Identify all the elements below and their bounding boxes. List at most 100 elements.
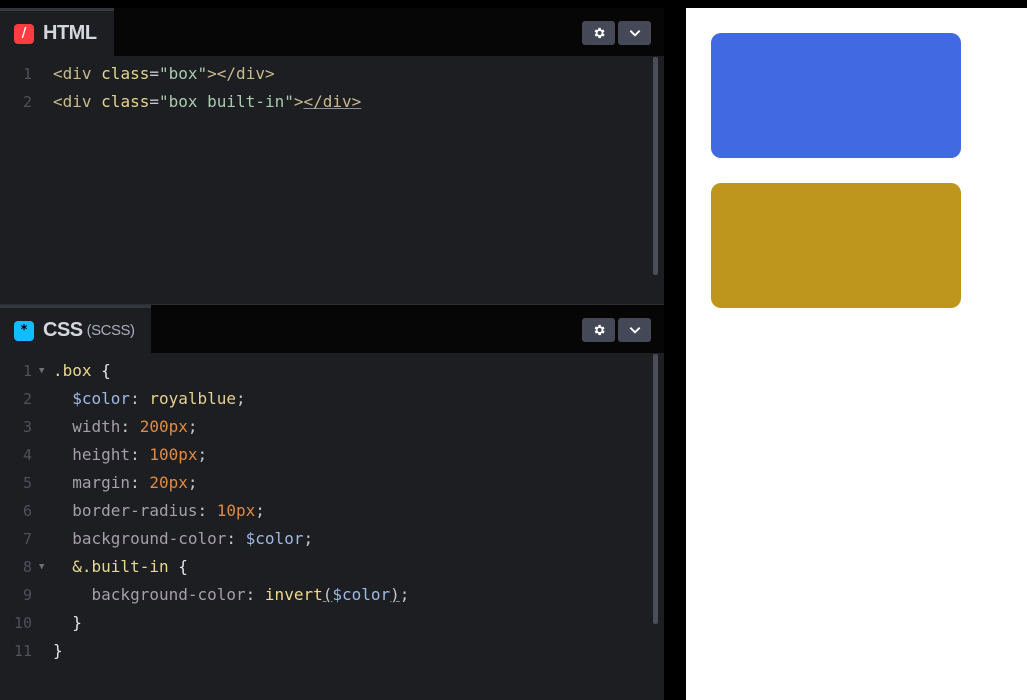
- code-text: width: 200px;: [53, 413, 198, 441]
- code-line[interactable]: 5 margin: 20px;: [0, 469, 664, 497]
- line-number: 2: [22, 390, 32, 408]
- css-logo-icon: *: [14, 320, 34, 341]
- css-scrollbar[interactable]: [653, 354, 658, 624]
- code-line[interactable]: 9 background-color: invert($color);: [0, 581, 664, 609]
- code-token: .box: [53, 361, 102, 380]
- code-token: $color: [245, 529, 304, 548]
- top-bar: [0, 0, 1027, 8]
- code-token: <div: [53, 92, 102, 111]
- code-token: "box built-in": [158, 92, 294, 111]
- line-number: 1: [22, 362, 32, 380]
- preview-box-built-in: [711, 183, 961, 308]
- code-line[interactable]: 1 <div class="box"></div>: [0, 60, 664, 88]
- line-number: 6: [22, 502, 32, 520]
- html-tab[interactable]: / HTML: [0, 8, 114, 56]
- code-token: border-radius: [53, 501, 198, 520]
- code-line[interactable]: 1 ▼ .box {: [0, 357, 664, 385]
- code-token: :: [130, 473, 150, 492]
- resize-divider[interactable]: [664, 8, 686, 700]
- code-line[interactable]: 8 ▼ &.built-in {: [0, 553, 664, 581]
- code-line[interactable]: 2 $color: royalblue;: [0, 385, 664, 413]
- html-settings-button[interactable]: [582, 21, 615, 45]
- line-number: 4: [22, 446, 32, 464]
- code-token: height: [53, 445, 131, 464]
- fold-arrow-icon[interactable]: ▼: [39, 357, 44, 385]
- css-tab-subtitle: (SCSS): [86, 322, 135, 339]
- code-token: :: [130, 389, 150, 408]
- code-token: ></div>: [207, 64, 275, 83]
- code-token: {: [178, 557, 188, 576]
- code-token: }: [53, 641, 63, 660]
- line-number: 9: [22, 586, 32, 604]
- code-text: .box {: [53, 357, 111, 385]
- code-text: background-color: invert($color);: [53, 581, 410, 609]
- code-line[interactable]: 7 background-color: $color;: [0, 525, 664, 553]
- css-tab[interactable]: * CSS (SCSS): [0, 305, 152, 353]
- code-text: margin: 20px;: [53, 469, 198, 497]
- code-token: :: [197, 501, 217, 520]
- html-tab-title: HTML: [43, 22, 97, 44]
- code-text: }: [53, 609, 82, 637]
- css-tab-title: CSS: [43, 319, 83, 341]
- line-number: 10: [13, 614, 32, 632]
- line-number: 1: [22, 65, 32, 83]
- code-text: }: [53, 637, 63, 665]
- chevron-down-icon: [629, 30, 640, 37]
- css-editor-panel: * CSS (SCSS) 1 ▼ .box {2 $color: royalblue…: [0, 304, 664, 700]
- code-token: ;: [303, 529, 314, 548]
- code-token: class: [101, 92, 150, 111]
- code-token: royalblue: [149, 389, 237, 408]
- code-token: ;: [236, 389, 246, 408]
- code-token: :: [226, 529, 246, 548]
- code-token: =: [149, 92, 159, 111]
- html-collapse-button[interactable]: [618, 21, 651, 45]
- code-token: $color: [53, 389, 131, 408]
- code-token: "box": [158, 64, 208, 83]
- code-token: :: [130, 445, 150, 464]
- css-collapse-button[interactable]: [618, 318, 651, 342]
- line-number: 8: [22, 558, 32, 576]
- code-token: 100px: [149, 445, 198, 464]
- html-scrollbar[interactable]: [653, 57, 658, 275]
- code-token: <div: [53, 64, 102, 83]
- code-token: ): [390, 585, 400, 604]
- code-line[interactable]: 10 }: [0, 609, 664, 637]
- css-panel-header: * CSS (SCSS): [0, 305, 664, 353]
- code-text: $color: royalblue;: [53, 385, 246, 413]
- code-token: background-color: [53, 585, 246, 604]
- code-token: ;: [187, 473, 198, 492]
- code-token: $color: [332, 585, 391, 604]
- code-text: background-color: $color;: [53, 525, 313, 553]
- line-number: 3: [22, 418, 32, 436]
- editor-column: / HTML 1 <div class="box"></div> 2 <div cla…: [0, 8, 664, 700]
- code-line[interactable]: 3 width: 200px;: [0, 413, 664, 441]
- preview-pane: [686, 8, 1027, 700]
- code-line[interactable]: 6 border-radius: 10px;: [0, 497, 664, 525]
- line-number: 11: [13, 642, 32, 660]
- fold-arrow-icon[interactable]: ▼: [39, 553, 44, 581]
- html-panel-header: / HTML: [0, 8, 664, 56]
- code-token: 20px: [149, 473, 188, 492]
- code-token: ;: [197, 445, 208, 464]
- code-line[interactable]: 4 height: 100px;: [0, 441, 664, 469]
- code-token: invert: [264, 585, 323, 604]
- code-text: height: 100px;: [53, 441, 207, 469]
- code-line[interactable]: 11}: [0, 637, 664, 665]
- css-settings-button[interactable]: [582, 318, 615, 342]
- code-token: ;: [399, 585, 410, 604]
- html-code-editor[interactable]: 1 <div class="box"></div> 2 <div class="box…: [0, 56, 664, 304]
- code-text: <div class="box"></div>: [53, 60, 275, 88]
- css-code-editor[interactable]: 1 ▼ .box {2 $color: royalblue; 3 width: 200…: [0, 353, 664, 700]
- code-token: class: [101, 64, 150, 83]
- chevron-down-icon: [629, 327, 640, 334]
- code-token: 10px: [216, 501, 256, 520]
- code-token: ;: [255, 501, 265, 520]
- html-editor-panel: / HTML 1 <div class="box"></div> 2 <div cla…: [0, 8, 664, 304]
- code-line[interactable]: 2 <div class="box built-in"></div>: [0, 88, 664, 116]
- code-text: border-radius: 10px;: [53, 497, 265, 525]
- code-token: &.built-in: [53, 557, 179, 576]
- line-number: 7: [22, 530, 32, 548]
- code-token: ;: [187, 417, 198, 436]
- preview-box: [711, 33, 961, 158]
- code-token: (: [322, 585, 333, 604]
